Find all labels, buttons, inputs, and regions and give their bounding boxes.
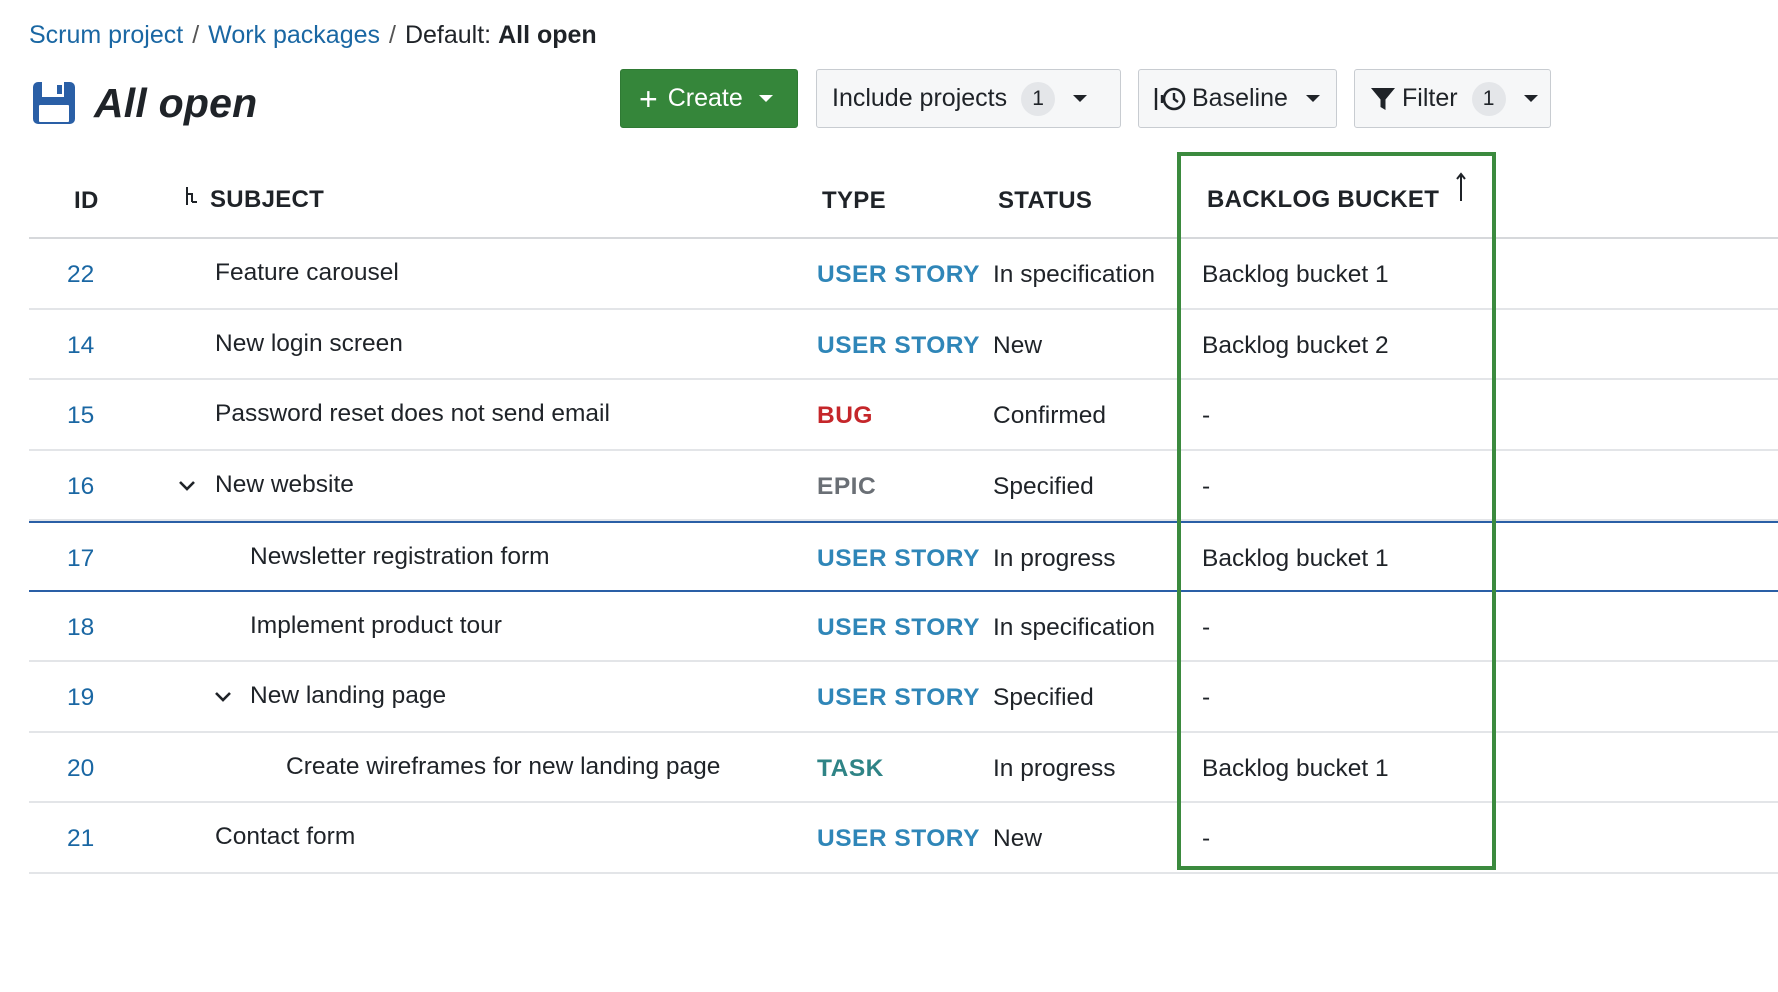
work-package-status[interactable]: New <box>993 803 1042 871</box>
breadcrumb: Scrum project / Work packages / Default: All… <box>29 18 597 52</box>
hierarchy-icon[interactable] <box>184 159 198 241</box>
work-package-backlog-bucket[interactable]: - <box>1202 803 1210 871</box>
filter-label: Filter <box>1402 84 1458 112</box>
work-package-type: USER STORY <box>817 684 980 711</box>
work-package-id-link[interactable]: 20 <box>67 733 94 801</box>
column-header-id[interactable]: ID <box>74 160 99 239</box>
table-row[interactable]: 20 Create wireframes for new landing page… <box>29 733 1778 803</box>
filter-funnel-icon <box>1370 86 1396 112</box>
table-row[interactable]: 16 New website EPIC Specified - <box>29 451 1778 521</box>
work-package-status[interactable]: Specified <box>993 662 1094 730</box>
work-package-subject[interactable]: Create wireframes for new landing page <box>286 733 720 801</box>
work-package-status[interactable]: Confirmed <box>993 380 1106 448</box>
work-package-subject[interactable]: Feature carousel <box>215 239 399 307</box>
baseline-clock-icon <box>1154 85 1186 113</box>
work-package-id-link[interactable]: 15 <box>67 380 94 448</box>
table-row[interactable]: 14 New login screen USER STORY New Backlog b… <box>29 310 1778 380</box>
create-button[interactable]: + Create <box>620 69 798 128</box>
work-package-subject[interactable]: New login screen <box>215 310 403 378</box>
work-package-backlog-bucket[interactable]: - <box>1202 451 1210 519</box>
work-package-backlog-bucket[interactable]: - <box>1202 380 1210 448</box>
work-package-type: USER STORY <box>817 613 980 641</box>
work-package-status[interactable]: In specification <box>993 592 1155 660</box>
work-package-type: EPIC <box>817 472 877 500</box>
chevron-down-icon <box>1073 95 1088 102</box>
page-header: All open <box>32 76 257 130</box>
breadcrumb-separator: / <box>192 21 200 49</box>
table-row[interactable]: 18 Implement product tour USER STORY In spe… <box>29 592 1778 662</box>
page-title[interactable]: All open <box>94 80 257 127</box>
filter-button[interactable]: Filter 1 <box>1354 69 1551 128</box>
work-package-backlog-bucket[interactable]: Backlog bucket 1 <box>1202 239 1389 307</box>
include-projects-label: Include projects <box>832 84 1008 112</box>
work-package-type: USER STORY <box>817 331 980 359</box>
table-body: 22 Feature carousel USER STORY In specifica… <box>29 239 1778 874</box>
table-row[interactable]: 21 Contact form USER STORY New - <box>29 803 1778 874</box>
work-package-type: BUG <box>817 402 873 429</box>
work-package-subject[interactable]: New website <box>215 451 354 519</box>
work-package-type: USER STORY <box>817 545 980 572</box>
work-package-subject[interactable]: New landing page <box>250 662 446 730</box>
work-package-backlog-bucket[interactable]: Backlog bucket 2 <box>1202 310 1389 378</box>
work-packages-table: ID SUBJECT TYPE STATUS BACKLOG BUCKET 22… <box>29 160 1778 874</box>
work-package-status[interactable]: In progress <box>993 733 1116 801</box>
column-header-subject[interactable]: SUBJECT <box>184 160 324 239</box>
breadcrumb-query-prefix: Default: <box>404 21 492 49</box>
work-package-type: TASK <box>817 754 884 782</box>
table-header: ID SUBJECT TYPE STATUS BACKLOG BUCKET <box>29 160 1778 239</box>
work-package-backlog-bucket[interactable]: Backlog bucket 1 <box>1202 523 1389 591</box>
create-button-label: Create <box>667 84 743 112</box>
column-header-type[interactable]: TYPE <box>822 160 886 239</box>
work-package-subject[interactable]: Password reset does not send email <box>215 380 610 448</box>
chevron-down-icon[interactable] <box>213 686 233 711</box>
work-package-id-link[interactable]: 16 <box>67 451 94 519</box>
breadcrumb-current: All open <box>498 21 597 49</box>
work-package-id-link[interactable]: 19 <box>67 662 94 730</box>
include-projects-count-badge: 1 <box>1021 81 1056 116</box>
baseline-label: Baseline <box>1192 84 1288 112</box>
work-package-status[interactable]: In progress <box>993 523 1116 591</box>
work-package-type: USER STORY <box>817 261 980 288</box>
breadcrumb-work-packages-link[interactable]: Work packages <box>208 21 380 49</box>
work-package-subject[interactable]: Newsletter registration form <box>250 523 550 591</box>
column-header-subject-label: SUBJECT <box>210 185 325 213</box>
save-icon[interactable] <box>32 81 76 125</box>
baseline-button[interactable]: Baseline <box>1138 69 1337 128</box>
table-row[interactable]: 15 Password reset does not send email BUG C… <box>29 380 1778 451</box>
work-package-id-link[interactable]: 22 <box>67 239 94 307</box>
work-package-id-link[interactable]: 14 <box>67 310 94 378</box>
plus-icon: + <box>639 80 658 117</box>
column-header-backlog-bucket[interactable]: BACKLOG BUCKET <box>1207 160 1467 239</box>
work-package-id-link[interactable]: 21 <box>67 803 94 871</box>
work-package-status[interactable]: New <box>993 310 1042 378</box>
work-package-backlog-bucket[interactable]: - <box>1202 592 1210 660</box>
work-package-id-link[interactable]: 17 <box>67 523 94 591</box>
breadcrumb-separator: / <box>389 21 396 49</box>
work-package-status[interactable]: Specified <box>993 451 1094 519</box>
chevron-down-icon <box>1305 95 1320 102</box>
work-package-type: USER STORY <box>817 825 980 852</box>
work-package-backlog-bucket[interactable]: Backlog bucket 1 <box>1202 733 1389 801</box>
chevron-down-icon <box>758 95 773 102</box>
work-package-id-link[interactable]: 18 <box>67 592 94 660</box>
work-package-backlog-bucket[interactable]: - <box>1202 662 1210 730</box>
work-package-status[interactable]: In specification <box>993 239 1155 307</box>
work-package-subject[interactable]: Implement product tour <box>250 592 502 660</box>
column-header-status[interactable]: STATUS <box>998 160 1092 239</box>
filter-count-badge: 1 <box>1471 81 1506 116</box>
breadcrumb-project-link[interactable]: Scrum project <box>29 21 183 49</box>
chevron-down-icon <box>1523 95 1538 102</box>
chevron-down-icon[interactable] <box>177 475 197 500</box>
table-row[interactable]: 19 New landing page USER STORY Specified - <box>29 662 1778 733</box>
column-header-backlog-bucket-label: BACKLOG BUCKET <box>1207 185 1440 213</box>
table-row[interactable]: 17 Newsletter registration form USER STORY… <box>29 521 1778 592</box>
table-row[interactable]: 22 Feature carousel USER STORY In specifica… <box>29 239 1778 310</box>
include-projects-button[interactable]: Include projects 1 <box>816 69 1121 128</box>
sort-ascending-icon[interactable] <box>1455 155 1467 237</box>
work-package-subject[interactable]: Contact form <box>215 803 355 871</box>
